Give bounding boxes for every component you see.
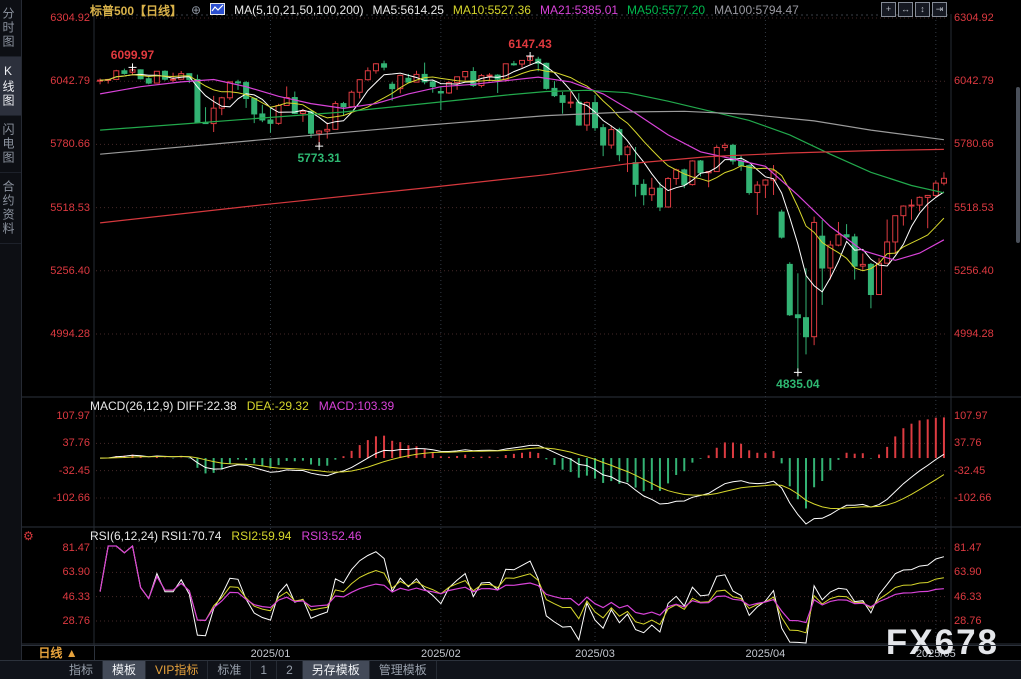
- chart-header: 标普500【日线】 ⊕ MA(5,10,21,50,100,200) MA5:5…: [22, 0, 1021, 20]
- zoom-x-axis-icon[interactable]: ↔: [898, 2, 913, 17]
- toolbar-item-manage-templates[interactable]: 管理模板: [370, 661, 437, 679]
- macd-title-diff: MACD(26,12,9) DIFF:22.38: [90, 399, 237, 413]
- x-axis-row: 日线 ▲: [21, 645, 1021, 661]
- chart-canvas[interactable]: [0, 0, 1021, 679]
- rsi-settings-gear-icon[interactable]: ⚙: [23, 529, 34, 543]
- rsi2-value: RSI2:59.94: [231, 529, 291, 543]
- macd-macd-value: MACD:103.39: [319, 399, 394, 413]
- rsi-title-rsi1: RSI(6,12,24) RSI1:70.74: [90, 529, 221, 543]
- sidebar-item-time-chart[interactable]: 分时图: [0, 0, 21, 57]
- symbol-title: 标普500【日线】: [90, 2, 182, 19]
- rsi-panel-header: RSI(6,12,24) RSI1:70.74 RSI2:59.94 RSI3:…: [90, 529, 362, 543]
- toolbar-item-vip-indicators[interactable]: VIP指标: [146, 661, 208, 679]
- chart-type-sidebar: 分时图 K线图 闪电图 合约资料: [0, 0, 22, 661]
- zoom-y-axis-icon[interactable]: ↕: [915, 2, 930, 17]
- macd-panel-header: MACD(26,12,9) DIFF:22.38 DEA:-29.32 MACD…: [90, 399, 394, 413]
- sidebar-item-kline-chart[interactable]: K线图: [0, 57, 21, 116]
- ma21-value: MA21:5385.01: [540, 3, 618, 17]
- toolbar-item-save-template[interactable]: 另存模板: [303, 661, 370, 679]
- period-arrow-icon: ▲: [66, 646, 78, 660]
- right-scrollbar-thumb[interactable]: [1016, 87, 1020, 243]
- ma21-line: [100, 77, 944, 260]
- macd-histogram: [100, 417, 944, 508]
- ma50-value: MA50:5577.20: [627, 3, 705, 17]
- charting-app-window: 6304.926304.926042.796042.795780.665780.…: [0, 0, 1021, 679]
- period-selector[interactable]: 日线 ▲: [22, 646, 95, 661]
- macd-dea-value: DEA:-29.32: [247, 399, 309, 413]
- rsi1-line: [100, 546, 944, 643]
- ma200-line: [100, 149, 944, 223]
- ma100-value: MA100:5794.47: [714, 3, 799, 17]
- mini-chart-icon: [210, 3, 225, 18]
- reset-view-icon[interactable]: ⇥: [932, 2, 947, 17]
- rsi2-line: [100, 546, 944, 633]
- toolbar-item-templates[interactable]: 模板: [103, 661, 146, 679]
- pan-tool-icon[interactable]: +: [881, 2, 896, 17]
- sidebar-item-contract-info[interactable]: 合约资料: [0, 173, 21, 244]
- sidebar-item-lightning-chart[interactable]: 闪电图: [0, 116, 21, 173]
- toolbar-item-slot-1[interactable]: 1: [251, 661, 277, 679]
- chart-tools: + ↔ ↕ ⇥: [881, 2, 947, 17]
- toolbar-item-indicators[interactable]: 指标: [60, 661, 103, 679]
- ma5-value: MA5:5614.25: [373, 3, 444, 17]
- bottom-toolbar: 指标 模板 VIP指标 标准 1 2 另存模板 管理模板: [0, 660, 1021, 679]
- toolbar-item-standard[interactable]: 标准: [208, 661, 251, 679]
- link-icon[interactable]: ⊕: [191, 3, 201, 17]
- toolbar-item-slot-2[interactable]: 2: [277, 661, 303, 679]
- extreme-cross-marker: [794, 368, 802, 376]
- ma10-value: MA10:5527.36: [453, 3, 531, 17]
- ma-settings-label: MA(5,10,21,50,100,200): [234, 3, 363, 17]
- candlestick-series: [98, 56, 947, 372]
- rsi3-value: RSI3:52.46: [301, 529, 361, 543]
- ma10-line: [100, 70, 944, 271]
- extreme-cross-marker: [315, 142, 323, 150]
